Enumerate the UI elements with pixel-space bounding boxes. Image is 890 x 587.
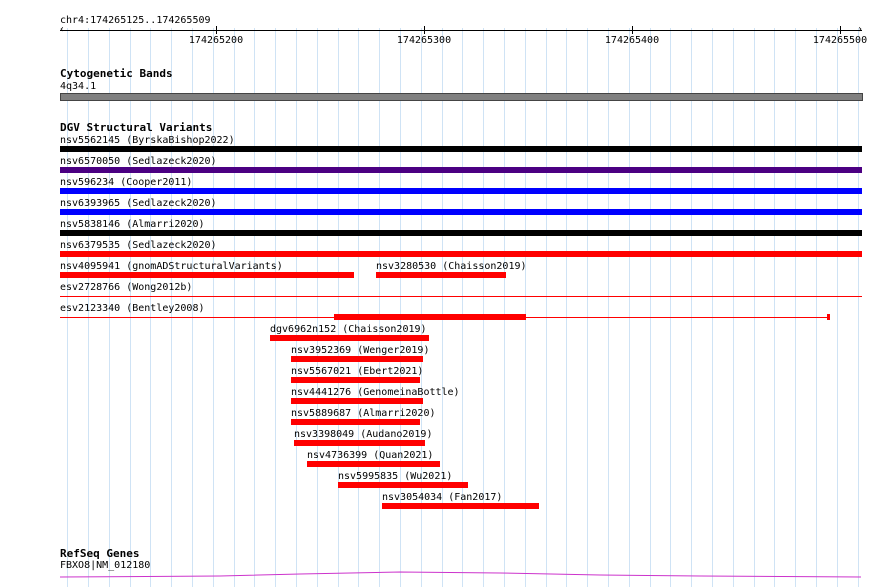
genome-browser: chr4:174265125..174265509 ‹ › 174265200 … xyxy=(0,0,890,587)
gene-model[interactable] xyxy=(0,0,890,587)
